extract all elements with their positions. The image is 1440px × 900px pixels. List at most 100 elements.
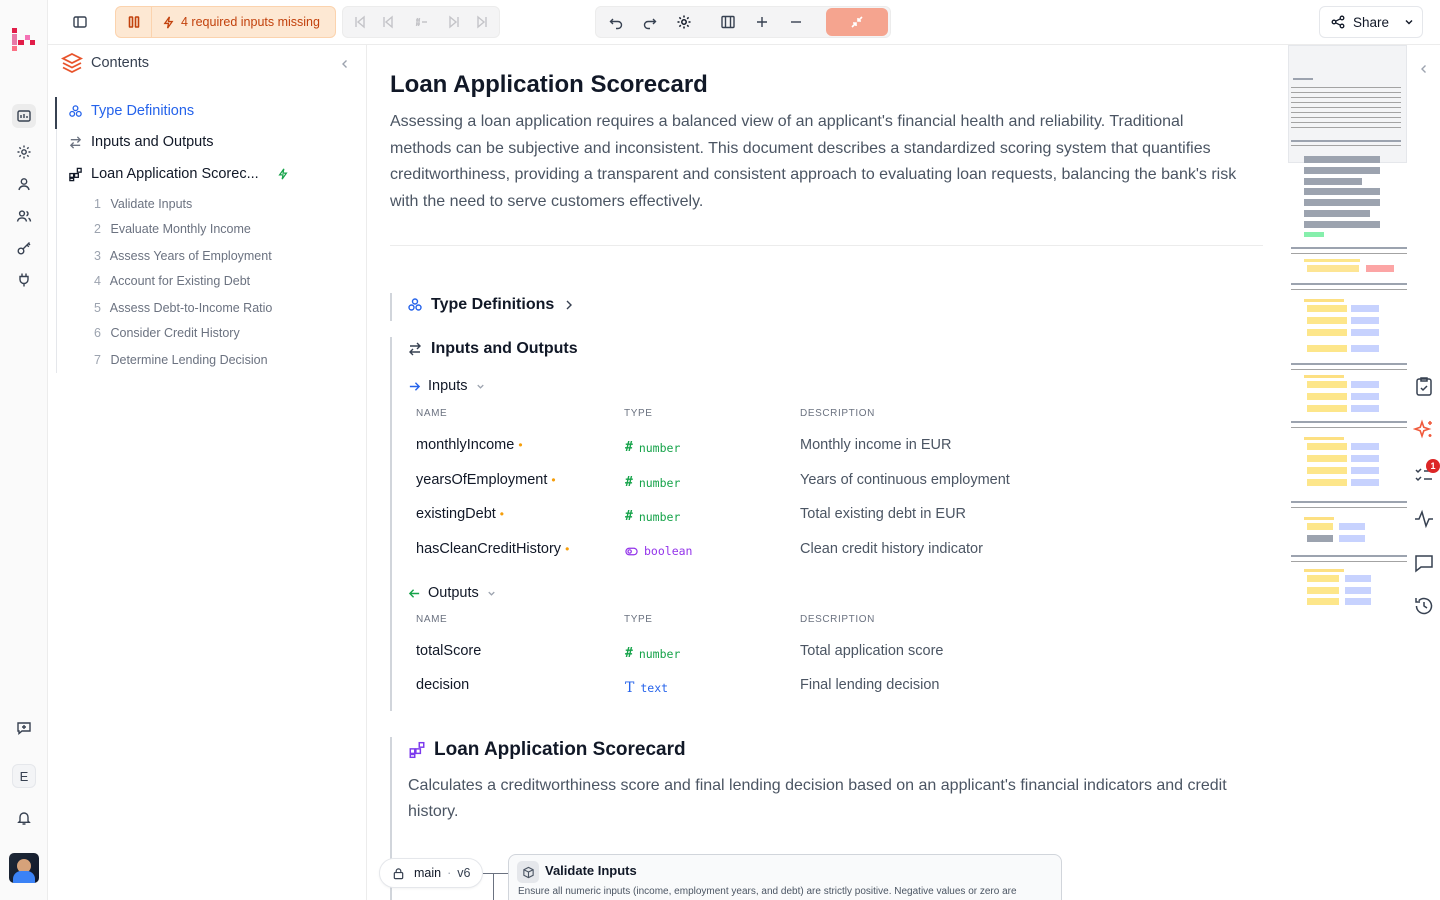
collapse-button[interactable]: [826, 8, 888, 36]
minimap-block: [1339, 523, 1365, 530]
minimap-block: [1345, 598, 1371, 605]
page-title: Loan Application Scorecard: [390, 71, 708, 98]
files-icon[interactable]: [12, 104, 36, 128]
minimap-line: [1291, 112, 1401, 113]
output-name[interactable]: decision: [416, 677, 469, 693]
minimap-block: [1366, 265, 1394, 272]
outputs-toggle[interactable]: Outputs: [408, 585, 497, 601]
history-icon[interactable]: [1413, 595, 1435, 617]
minimap-line: [1291, 247, 1407, 249]
minimap-line: [1291, 501, 1407, 503]
toc-label: Inputs and Outputs: [91, 134, 214, 150]
lock-icon: [393, 867, 404, 879]
toc-label: Type Definitions: [91, 103, 195, 119]
plug-icon[interactable]: [12, 268, 36, 292]
bell-icon[interactable]: [12, 806, 36, 830]
collapse-sidebar-icon[interactable]: [338, 57, 352, 71]
intro-text: Assessing a loan application requires a …: [390, 113, 1237, 210]
share-button[interactable]: Share: [1319, 6, 1423, 38]
output-description: Total application score: [800, 643, 944, 659]
chevron-left-icon[interactable]: [1417, 62, 1431, 76]
activity-icon[interactable]: [1413, 508, 1435, 530]
type-text: number: [638, 440, 681, 455]
toc-step-1[interactable]: 1 Validate Inputs: [94, 197, 192, 211]
toc-label: Loan Application Scorec...: [91, 166, 259, 182]
feedback-icon[interactable]: [12, 716, 36, 740]
toc-step-3[interactable]: 3 Assess Years of Employment: [94, 249, 272, 263]
inputs-toggle[interactable]: Inputs: [408, 378, 486, 394]
step-number: 2: [94, 222, 101, 236]
input-type: # number: [625, 509, 680, 524]
type-defs-bar: [390, 293, 392, 321]
toc-step-5[interactable]: 5 Assess Debt-to-Income Ratio: [94, 301, 272, 315]
settings-icon[interactable]: [12, 140, 36, 164]
avatar[interactable]: [9, 853, 39, 883]
skip-first-icon[interactable]: [346, 8, 374, 36]
toc-step-6[interactable]: 6 Consider Credit History: [94, 326, 240, 340]
pause-icon[interactable]: [116, 7, 152, 37]
branch-pill[interactable]: main · v6: [379, 858, 483, 888]
sparkle-icon[interactable]: [1412, 419, 1435, 441]
missing-inputs-warning[interactable]: 4 required inputs missing: [162, 7, 320, 37]
skip-last-icon[interactable]: [468, 8, 496, 36]
app-logo[interactable]: [10, 26, 38, 54]
gear-icon[interactable]: [670, 8, 698, 36]
minimap-block: [1304, 167, 1380, 174]
outputs-label: Outputs: [428, 585, 479, 601]
breakpoint-icon[interactable]: [407, 8, 435, 36]
users-icon[interactable]: [12, 204, 36, 228]
input-name-text: yearsOfEmployment: [416, 472, 548, 488]
zoom-out-icon[interactable]: [782, 8, 810, 36]
input-name[interactable]: hasCleanCreditHistory •: [416, 541, 569, 557]
minimap-block: [1304, 437, 1344, 440]
share-label: Share: [1353, 14, 1390, 30]
toc-item-type-definitions[interactable]: Type Definitions: [68, 103, 194, 119]
separator-dot: ·: [447, 866, 452, 880]
clipboard-check-icon[interactable]: [1413, 375, 1435, 397]
step-forward-icon[interactable]: [440, 8, 468, 36]
required-dot: •: [565, 542, 570, 556]
hash-icon: #: [625, 440, 633, 455]
col-name-header: NAME: [416, 408, 448, 419]
col-type-header: TYPE: [624, 408, 653, 419]
inputs-outputs-title: Inputs and Outputs: [431, 340, 578, 357]
user-icon[interactable]: [12, 172, 36, 196]
minimap-block: [1304, 517, 1334, 520]
zoom-in-icon[interactable]: [748, 8, 776, 36]
step-card-validate-inputs[interactable]: Validate Inputs Ensure all numeric input…: [508, 854, 1062, 900]
toc-item-inputs-outputs[interactable]: Inputs and Outputs: [68, 134, 214, 150]
minimap-line: [1291, 427, 1407, 428]
minimap-line: [1291, 253, 1407, 254]
split-view-icon[interactable]: [714, 8, 742, 36]
toc-item-loan-scorecard[interactable]: Loan Application Scorec...: [68, 166, 289, 182]
document-minimap[interactable]: [1287, 45, 1408, 900]
key-icon[interactable]: [12, 236, 36, 260]
minimap-line: [1291, 87, 1401, 88]
output-name[interactable]: totalScore: [416, 643, 481, 659]
toc-step-7[interactable]: 7 Determine Lending Decision: [94, 353, 268, 367]
toc-step-4[interactable]: 4 Account for Existing Debt: [94, 274, 250, 288]
sidebar-toggle-icon[interactable]: [66, 8, 94, 36]
step-description: Ensure all numeric inputs (income, emplo…: [518, 886, 1017, 897]
type-text: number: [638, 475, 681, 490]
branch-name: main: [414, 866, 442, 880]
flow-connector-vertical: [493, 873, 494, 900]
type-definitions-section[interactable]: Type Definitions: [407, 296, 576, 314]
toc-step-2[interactable]: 2 Evaluate Monthly Income: [94, 222, 251, 236]
input-name[interactable]: monthlyIncome •: [416, 437, 523, 453]
step-label: Consider Credit History: [110, 326, 240, 340]
comment-icon[interactable]: [1413, 552, 1435, 574]
minimap-block: [1304, 178, 1362, 185]
input-name[interactable]: yearsOfEmployment •: [416, 472, 556, 488]
user-avatar-initial[interactable]: E: [12, 764, 36, 788]
undo-icon[interactable]: [602, 8, 630, 36]
input-type: # number: [625, 440, 680, 455]
step-back-icon[interactable]: [374, 8, 402, 36]
hash-icon: #: [625, 646, 633, 661]
minimap-block: [1351, 393, 1379, 400]
app-rail: E: [0, 0, 48, 900]
redo-icon[interactable]: [636, 8, 664, 36]
type-text: boolean: [644, 544, 693, 558]
input-name[interactable]: existingDebt •: [416, 506, 504, 522]
warning-group: 4 required inputs missing: [115, 6, 336, 38]
